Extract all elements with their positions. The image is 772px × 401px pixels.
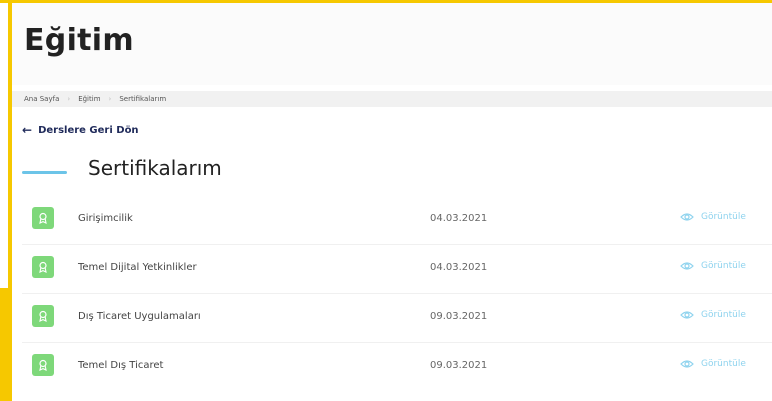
page-header: Eğitim: [12, 3, 772, 85]
breadcrumb-separator-icon: ›: [108, 95, 112, 103]
row-divider: [22, 342, 772, 343]
view-certificate-button[interactable]: Görüntüle: [680, 212, 746, 222]
award-icon: [32, 305, 54, 327]
eye-icon: [680, 213, 694, 221]
eye-icon: [680, 262, 694, 270]
certificate-name: Temel Dijital Yetkinlikler: [78, 262, 197, 273]
view-label: Görüntüle: [701, 261, 746, 271]
back-to-courses-link[interactable]: ← Derslere Geri Dön: [22, 123, 139, 137]
view-certificate-button[interactable]: Görüntüle: [680, 359, 746, 369]
view-label: Görüntüle: [701, 310, 746, 320]
eye-icon: [680, 311, 694, 319]
view-certificate-button[interactable]: Görüntüle: [680, 261, 746, 271]
award-icon: [32, 354, 54, 376]
breadcrumb-separator-icon: ›: [67, 95, 71, 103]
view-label: Görüntüle: [701, 212, 746, 222]
breadcrumb: Ana Sayfa › Eğitim › Sertifikalarım: [12, 91, 772, 107]
row-divider: [22, 293, 772, 294]
view-label: Görüntüle: [701, 359, 746, 369]
certificate-row: Temel Dijital Yetkinlikler 04.03.2021 Gö…: [22, 249, 772, 293]
certificate-date: 04.03.2021: [430, 262, 488, 273]
breadcrumb-home[interactable]: Ana Sayfa: [24, 95, 59, 103]
certificate-name: Dış Ticaret Uygulamaları: [78, 311, 201, 322]
arrow-left-icon: ←: [22, 123, 33, 137]
yellow-frame-left-lower: [0, 288, 12, 401]
certificate-date: 04.03.2021: [430, 213, 488, 224]
breadcrumb-education[interactable]: Eğitim: [78, 95, 100, 103]
certificate-name: Temel Dış Ticaret: [78, 360, 164, 371]
award-icon: [32, 256, 54, 278]
certificate-row: Dış Ticaret Uygulamaları 09.03.2021 Görü…: [22, 298, 772, 342]
back-to-courses-label: Derslere Geri Dön: [38, 124, 139, 136]
section-accent-line: [22, 171, 67, 174]
certificate-row: Temel Dış Ticaret 09.03.2021 Görüntüle: [22, 347, 772, 391]
row-divider: [22, 244, 772, 245]
page-title: Eğitim: [24, 23, 134, 58]
certificate-date: 09.03.2021: [430, 360, 488, 371]
breadcrumb-certificates: Sertifikalarım: [119, 95, 167, 103]
certificate-name: Girişimcilik: [78, 213, 133, 224]
award-icon: [32, 207, 54, 229]
certificate-row: Girişimcilik 04.03.2021 Görüntüle: [22, 200, 772, 244]
section-title: Sertifikalarım: [88, 156, 222, 180]
eye-icon: [680, 360, 694, 368]
certificate-date: 09.03.2021: [430, 311, 488, 322]
view-certificate-button[interactable]: Görüntüle: [680, 310, 746, 320]
